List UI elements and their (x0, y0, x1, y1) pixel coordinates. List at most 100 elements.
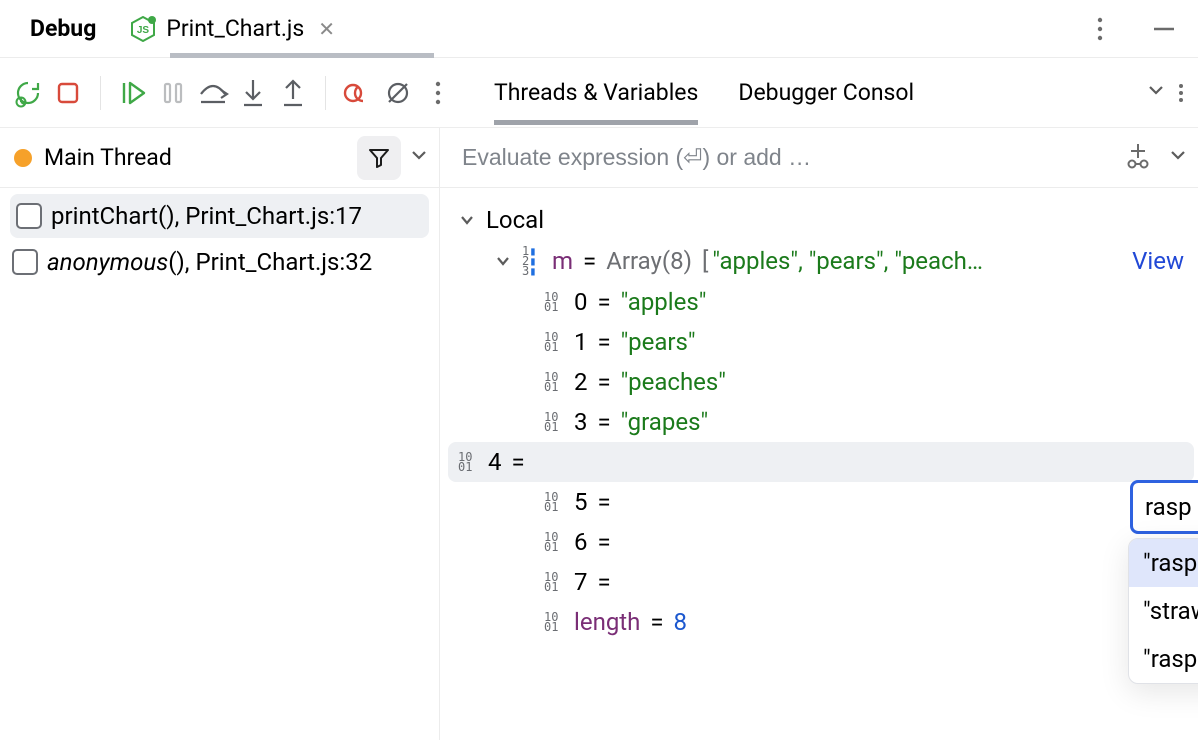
array-item-row[interactable]: 1001 1 = "pears" (458, 322, 1184, 362)
set-value-input[interactable] (1145, 493, 1198, 521)
evaluate-expression-input[interactable] (462, 144, 1124, 171)
array-item-value: "pears" (621, 328, 696, 356)
array-index: 5 (574, 488, 588, 516)
frame-label: printChart(), Print_Chart.js:17 (51, 202, 362, 230)
frames-dropdown-chevron-icon[interactable] (409, 144, 429, 171)
stack-frame-icon (14, 251, 36, 273)
equals-sign: = (598, 528, 611, 556)
nodejs-file-icon: JS (130, 16, 156, 42)
editor-tab-bar: Debug JS Print_Chart.js ✕ (0, 0, 1198, 58)
array-index: 3 (574, 408, 588, 436)
variable-summary-bracket: [ (702, 247, 708, 275)
equals-sign: = (598, 488, 611, 516)
binary-type-icon: 1001 (544, 612, 564, 632)
array-item-row[interactable]: 1001 2 = "peaches" (458, 362, 1184, 402)
array-item-row[interactable]: 1001 6 = (458, 522, 1184, 562)
frame-row[interactable]: anonymous(), Print_Chart.js:32 (0, 240, 439, 284)
rerun-debug-icon[interactable] (8, 73, 48, 113)
close-tab-icon[interactable]: ✕ (314, 17, 335, 41)
equals-sign: = (598, 288, 611, 316)
tab-threads-variables[interactable]: Threads & Variables (494, 61, 698, 124)
binary-type-icon: 1001 (544, 372, 564, 392)
view-array-link[interactable]: View (1132, 247, 1184, 275)
chevron-down-icon[interactable] (494, 252, 512, 270)
array-item-value: "peaches" (621, 368, 726, 396)
array-index: 0 (574, 288, 588, 316)
set-value-suggestions: "raspberries""strawberries""raspberry" (1128, 538, 1198, 684)
array-item-row[interactable]: 1001 4 = (448, 442, 1194, 482)
set-value-editor[interactable] (1130, 480, 1198, 534)
tabs-more-icon[interactable] (1178, 73, 1184, 113)
equals-sign: = (598, 368, 611, 396)
variables-panel: Local 1▮2▮3▮ m = Array(8) [ "apples", "p… (440, 128, 1198, 740)
stop-icon[interactable] (48, 73, 88, 113)
array-length-row[interactable]: 1001 length = 8 (458, 602, 1184, 642)
resume-icon[interactable] (113, 73, 153, 113)
add-watch-icon[interactable] (1124, 141, 1152, 175)
array-item-row[interactable]: 1001 5 = (458, 482, 1184, 522)
binary-type-icon: 1001 (458, 452, 478, 472)
array-item-row[interactable]: 1001 7 = (458, 562, 1184, 602)
chevron-down-icon[interactable] (458, 211, 476, 229)
binary-type-icon: 1001 (544, 492, 564, 512)
equals-sign: = (598, 568, 611, 596)
more-menu-icon[interactable] (1080, 9, 1120, 49)
frame-label: anonymous(), Print_Chart.js:32 (47, 248, 372, 276)
mute-breakpoints-icon[interactable] (378, 73, 418, 113)
array-type-icon: 1▮2▮3▮ (522, 246, 542, 276)
thread-name[interactable]: Main Thread (44, 144, 172, 171)
array-index: 1 (574, 328, 588, 356)
binary-type-icon: 1001 (544, 412, 564, 432)
equals-sign: = (598, 328, 611, 356)
array-index: 4 (488, 448, 502, 476)
variable-name: m (552, 247, 573, 275)
svg-text:JS: JS (137, 25, 150, 36)
editor-tab-filename: Print_Chart.js (166, 15, 304, 42)
array-index: 7 (574, 568, 588, 596)
binary-type-icon: 1001 (544, 332, 564, 352)
more-debug-icon[interactable] (418, 73, 458, 113)
tab-debugger-console[interactable]: Debugger Consol (738, 61, 914, 124)
stack-frame-icon (18, 205, 40, 227)
view-breakpoints-icon[interactable] (338, 73, 378, 113)
variable-summary-values: "apples", "pears", "peach… (712, 247, 983, 275)
separator (325, 76, 326, 110)
frames-filter-button[interactable] (357, 136, 401, 180)
array-index: 2 (574, 368, 588, 396)
variable-m-row[interactable]: 1▮2▮3▮ m = Array(8) [ "apples", "pears",… (458, 240, 1184, 282)
property-name: length (574, 608, 640, 636)
step-over-icon[interactable] (193, 73, 233, 113)
step-into-icon[interactable] (233, 73, 273, 113)
variable-summary-type: Array(8) (606, 247, 692, 275)
scope-local-row[interactable]: Local (458, 200, 1184, 240)
variables-dropdown-chevron-icon[interactable] (1168, 144, 1188, 171)
array-item-row[interactable]: 10010="apples" (458, 282, 1184, 322)
frames-panel: Main Thread printChart(), Print_Chart.js… (0, 128, 440, 740)
frames-header: Main Thread (0, 128, 439, 188)
tool-window-tab-debug[interactable]: Debug (14, 5, 116, 52)
separator (100, 76, 101, 110)
variables-tree: Local 1▮2▮3▮ m = Array(8) [ "apples", "p… (440, 188, 1198, 642)
tabs-overflow-chevron-icon[interactable] (1146, 79, 1166, 106)
frames-list: printChart(), Print_Chart.js:17 anonymous… (0, 188, 439, 284)
step-out-icon[interactable] (273, 73, 313, 113)
suggestion-item[interactable]: "raspberry" (1129, 635, 1198, 683)
array-item-value: "apples" (621, 288, 707, 316)
variables-header (440, 128, 1198, 188)
array-item-row[interactable]: 1001 3 = "grapes" (458, 402, 1184, 442)
pause-icon[interactable] (153, 73, 193, 113)
array-item-value: "grapes" (621, 408, 708, 436)
array-index: 6 (574, 528, 588, 556)
equals-sign: = (598, 408, 611, 436)
editor-tab-file[interactable]: JS Print_Chart.js ✕ (116, 5, 349, 52)
scope-name: Local (486, 206, 544, 234)
suggestion-item[interactable]: "strawberries" (1129, 587, 1198, 635)
equals-sign: = (512, 448, 525, 476)
frame-row[interactable]: printChart(), Print_Chart.js:17 (10, 194, 429, 238)
active-tab-underline (170, 53, 434, 58)
minimize-icon[interactable] (1144, 9, 1184, 49)
binary-type-icon: 1001 (544, 572, 564, 592)
thread-status-dot-icon (14, 149, 32, 167)
suggestion-item[interactable]: "raspberries" (1129, 539, 1198, 587)
binary-type-icon: 1001 (544, 532, 564, 552)
